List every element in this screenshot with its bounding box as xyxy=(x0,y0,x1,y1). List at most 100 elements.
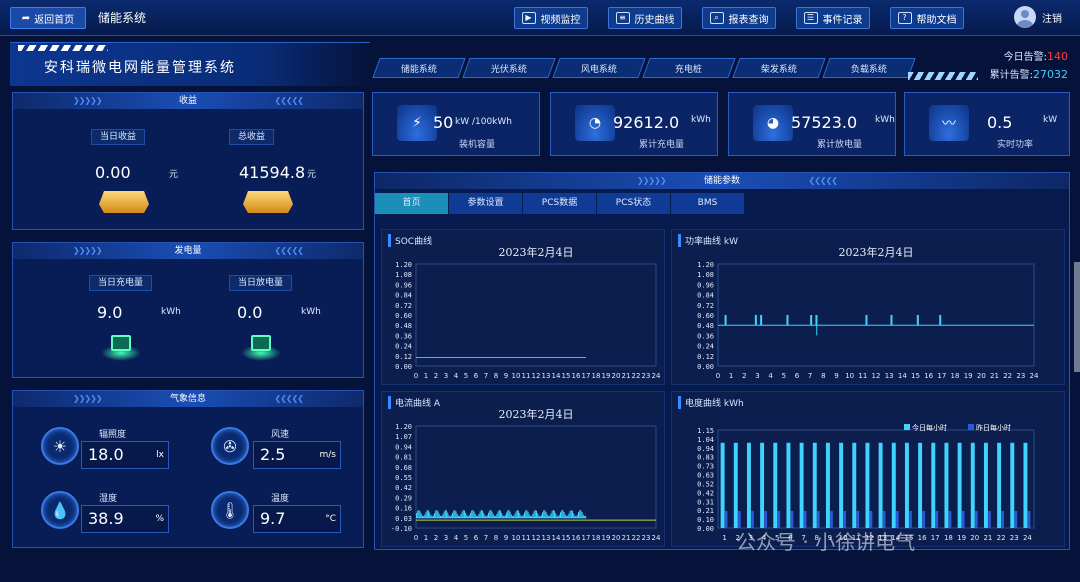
current-noise xyxy=(528,514,530,518)
gauge-icon: ◔ xyxy=(575,105,615,141)
current-noise xyxy=(496,513,498,518)
current-noise xyxy=(484,515,486,518)
current-noise xyxy=(498,509,500,518)
y-tick-label: 1.04 xyxy=(697,436,714,444)
current-noise xyxy=(485,516,487,518)
subtab-home[interactable]: 首页 xyxy=(375,193,448,214)
current-noise xyxy=(474,514,476,518)
tab-storage[interactable]: 储能系统 xyxy=(372,58,466,78)
current-noise xyxy=(549,515,551,518)
tab-charger[interactable]: 充电桩 xyxy=(642,58,736,78)
bar-today xyxy=(878,442,883,528)
y-tick-label: 0.94 xyxy=(697,445,714,453)
x-tick-label: 15 xyxy=(911,372,920,380)
history-curve-button[interactable]: ≡ 历史曲线 xyxy=(608,7,682,29)
subtab-pcs-data[interactable]: PCS数据 xyxy=(523,193,596,214)
x-tick-label: 10 xyxy=(512,372,521,380)
total-income-label: 总收益 xyxy=(229,129,275,145)
x-tick-label: 6 xyxy=(474,534,479,542)
current-noise xyxy=(449,516,451,518)
legend-swatch xyxy=(904,424,910,430)
today-income-label: 当日收益 xyxy=(91,129,146,145)
help-doc-button[interactable]: ? 帮助文档 xyxy=(890,7,964,29)
y-tick-label: 1.08 xyxy=(697,271,714,279)
current-noise xyxy=(452,512,453,518)
alarm-counter: 今日告警:140 累计告警:27032 xyxy=(989,50,1068,81)
x-tick-label: 4 xyxy=(768,372,773,380)
x-tick-label: 5 xyxy=(464,534,468,542)
current-noise xyxy=(519,513,521,518)
y-tick-label: 0.60 xyxy=(697,312,714,320)
x-tick-label: 23 xyxy=(1016,372,1025,380)
current-noise xyxy=(450,515,452,518)
user-menu[interactable]: 注销 xyxy=(1014,6,1062,28)
x-tick-label: 21 xyxy=(990,372,999,380)
tab-wind[interactable]: 风电系统 xyxy=(552,58,646,78)
scrollbar[interactable] xyxy=(1074,262,1080,372)
bar-today xyxy=(839,442,844,528)
current-noise xyxy=(575,516,577,518)
current-noise xyxy=(542,512,543,518)
current-noise xyxy=(467,516,469,518)
wind-speed-value: 2.5 m/s xyxy=(253,441,341,469)
back-home-button[interactable]: ➦ 返回首页 xyxy=(10,7,86,29)
bar-yesterday xyxy=(1001,510,1004,528)
subtab-params[interactable]: 参数设置 xyxy=(449,193,522,214)
tab-diesel[interactable]: 柴发系统 xyxy=(732,58,826,78)
current-noise xyxy=(521,516,523,518)
irradiance-value: 18.0 lx xyxy=(81,441,169,469)
current-noise xyxy=(444,510,446,518)
x-tick-label: 7 xyxy=(484,534,488,542)
x-tick-label: 24 xyxy=(1030,372,1039,380)
bar-yesterday xyxy=(988,510,991,528)
bar-today xyxy=(825,442,830,528)
current-noise xyxy=(554,510,555,518)
x-tick-label: 22 xyxy=(632,372,641,380)
x-tick-label: 1 xyxy=(424,372,428,380)
power-spike xyxy=(815,315,818,326)
y-tick-label: 0.96 xyxy=(395,281,412,289)
current-noise xyxy=(539,516,541,518)
event-log-button[interactable]: ☰ 事件记录 xyxy=(796,7,870,29)
tab-pv[interactable]: 光伏系统 xyxy=(462,58,556,78)
legend-swatch xyxy=(968,424,974,430)
current-noise xyxy=(425,511,427,518)
subtab-bms[interactable]: BMS xyxy=(671,193,744,214)
bar-today xyxy=(997,442,1002,528)
generation-panel: ❯❯❯❯❯ 发电量 ❮❮❮❮❮ 当日充电量 当日放电量 9.0 kWh 0.0 kW… xyxy=(12,242,364,378)
subtab-pcs-status[interactable]: PCS状态 xyxy=(597,193,670,214)
thermometer-icon: 🌡 xyxy=(211,491,249,529)
x-tick-label: 15 xyxy=(562,534,571,542)
y-tick-label: 0.48 xyxy=(697,322,714,330)
current-noise xyxy=(561,510,563,518)
chart-title: 2023年2月4日 xyxy=(499,407,574,421)
current-noise xyxy=(538,515,540,518)
current-noise xyxy=(520,515,522,518)
power-spike xyxy=(865,315,868,326)
current-noise xyxy=(548,516,549,518)
current-noise xyxy=(530,516,531,518)
x-tick-label: 22 xyxy=(997,534,1006,542)
power-spike xyxy=(760,315,763,326)
logout-link[interactable]: 注销 xyxy=(1042,10,1062,25)
current-noise xyxy=(568,513,570,518)
current-noise xyxy=(492,514,494,518)
x-tick-label: 18 xyxy=(592,534,601,542)
x-tick-label: 7 xyxy=(484,372,488,380)
y-tick-label: 0.68 xyxy=(395,464,412,472)
report-query-button[interactable]: ⌕ 报表查询 xyxy=(702,7,776,29)
system-nav-tabs: 储能系统 光伏系统 风电系统 充电桩 柴发系统 负载系统 xyxy=(372,58,916,78)
x-tick-label: 16 xyxy=(918,534,927,542)
current-noise xyxy=(471,510,473,518)
current-noise xyxy=(478,514,480,518)
video-monitor-button[interactable]: ▶ 视频监控 xyxy=(514,7,588,29)
x-tick-label: 19 xyxy=(964,372,973,380)
tab-load[interactable]: 负载系统 xyxy=(822,58,916,78)
current-noise xyxy=(509,511,511,518)
current-noise xyxy=(495,515,497,518)
bar-today xyxy=(891,442,896,528)
bar-today xyxy=(773,442,778,528)
x-tick-label: 8 xyxy=(821,372,825,380)
current-noise xyxy=(419,511,421,518)
coin-chest-icon xyxy=(99,191,149,213)
